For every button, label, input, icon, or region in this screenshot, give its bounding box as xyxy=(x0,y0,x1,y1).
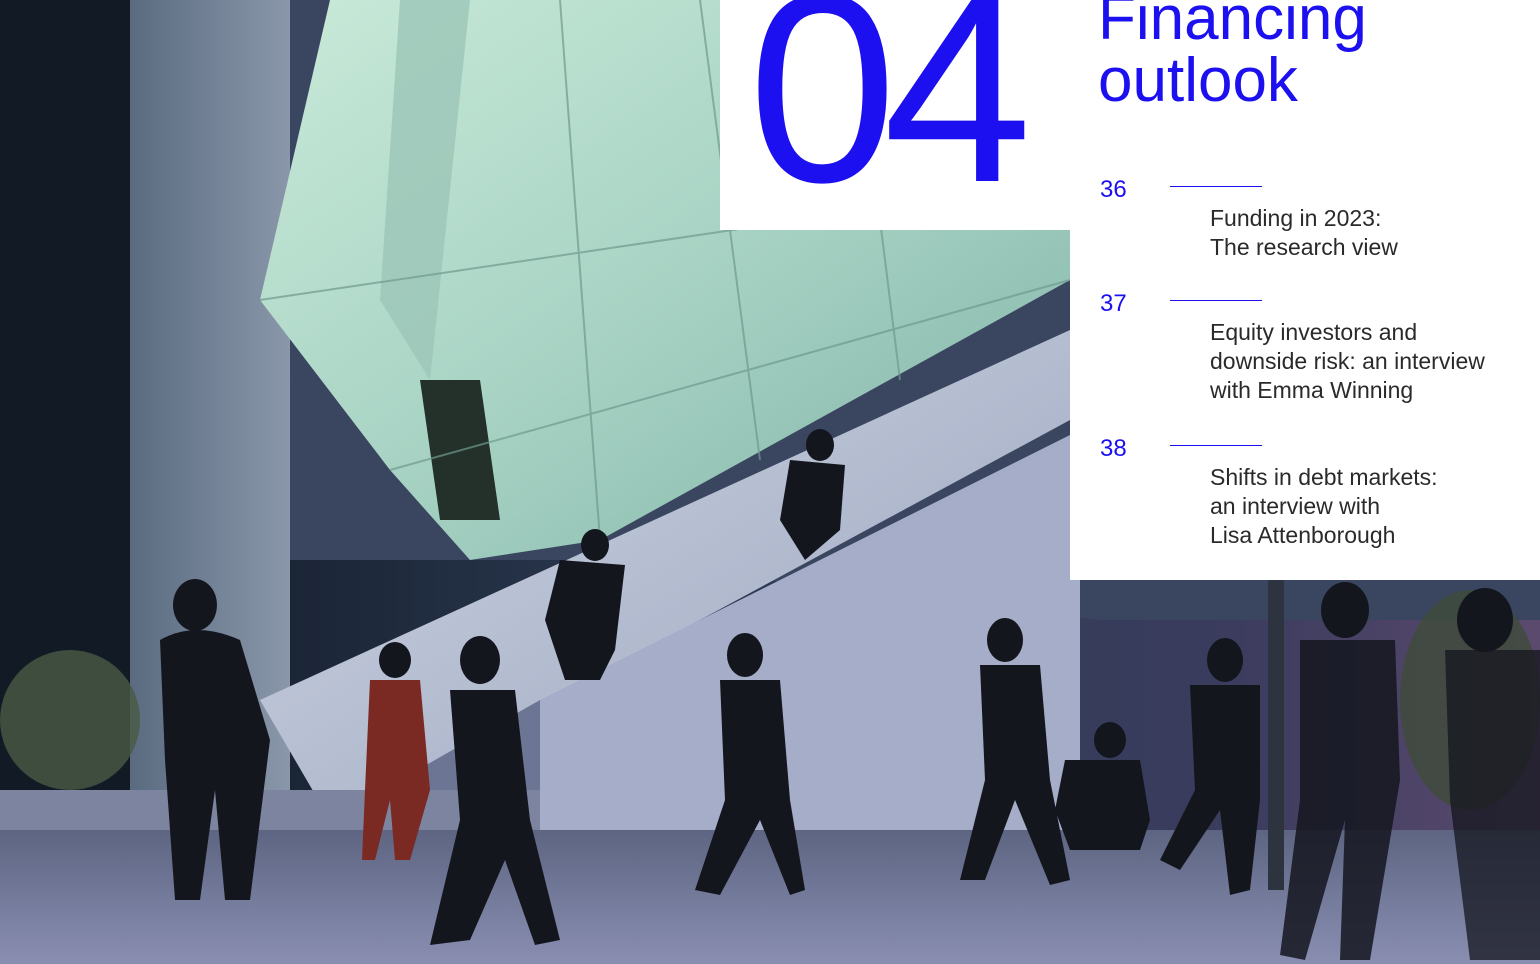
contents-entry-line: an interview with xyxy=(1210,493,1381,519)
contents-entry-title: Funding in 2023: The research view xyxy=(1210,204,1540,262)
contents-page-number: 36 xyxy=(1100,176,1127,203)
section-title: Financing outlook xyxy=(1098,0,1367,112)
contents-entry-line: The research view xyxy=(1210,234,1398,260)
chapter-number: 04 xyxy=(748,0,1032,238)
contents-page-number: 37 xyxy=(1100,290,1127,317)
contents-rule xyxy=(1170,300,1262,301)
contents-entry-line: Equity investors and xyxy=(1210,319,1418,345)
contents-entry-line: Shifts in debt markets: xyxy=(1210,464,1438,490)
contents-entry-title: Equity investors and downside risk: an i… xyxy=(1210,318,1540,405)
contents-rule xyxy=(1170,445,1262,446)
section-title-line-2: outlook xyxy=(1098,46,1298,115)
contents-entry-line: with Emma Winning xyxy=(1210,377,1414,403)
contents-entry-title: Shifts in debt markets: an interview wit… xyxy=(1210,463,1540,550)
report-page: 04 Financing outlook 36 Funding in 2023:… xyxy=(0,0,1540,964)
contents-entry-line: Funding in 2023: xyxy=(1210,205,1382,231)
section-title-line-1: Financing xyxy=(1098,0,1367,53)
contents-rule xyxy=(1170,186,1262,187)
contents-entry-line: Lisa Attenborough xyxy=(1210,522,1396,548)
contents-page-number: 38 xyxy=(1100,435,1127,462)
contents-entry-line: downside risk: an interview xyxy=(1210,348,1485,374)
